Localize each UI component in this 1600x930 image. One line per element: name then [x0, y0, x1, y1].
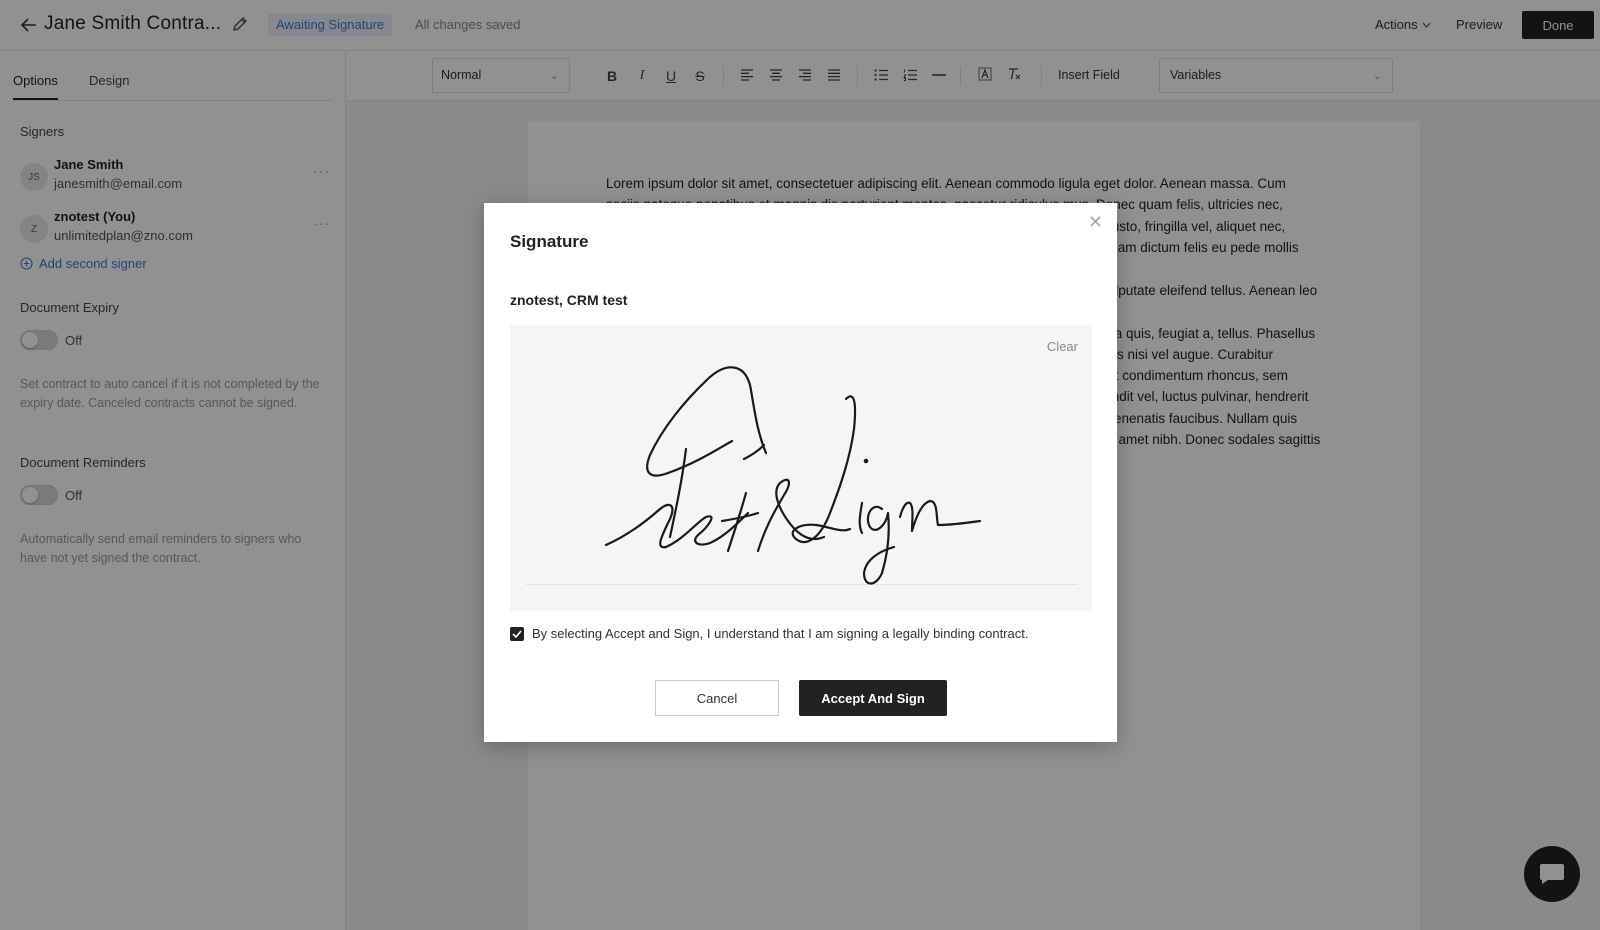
checkmark-icon	[512, 629, 522, 638]
close-icon[interactable]: ✕	[1088, 213, 1103, 231]
consent-checkbox[interactable]	[510, 626, 524, 641]
signature-drawing	[604, 366, 982, 585]
cancel-button[interactable]: Cancel	[655, 680, 779, 716]
modal-title: Signature	[510, 232, 589, 251]
signature-pad[interactable]: Clear	[510, 325, 1092, 611]
signer-label: znotest, CRM test	[510, 292, 628, 308]
signature-modal: ✕ Signature znotest, CRM test Clear By s…	[484, 203, 1117, 742]
consent-text: By selecting Accept and Sign, I understa…	[532, 626, 1029, 641]
accept-and-sign-button[interactable]: Accept And Sign	[799, 680, 947, 716]
consent-row: By selecting Accept and Sign, I understa…	[510, 626, 1028, 641]
